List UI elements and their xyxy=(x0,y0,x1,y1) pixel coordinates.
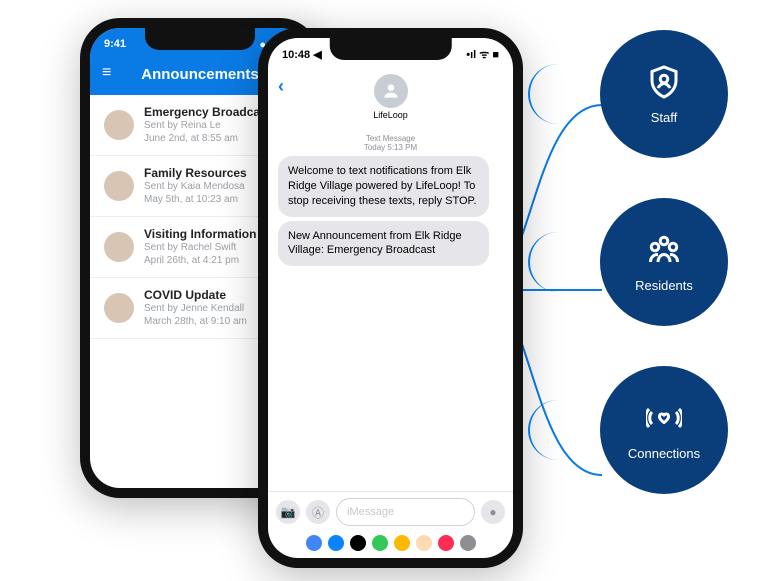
badge-connections: Connections xyxy=(600,366,728,494)
notch xyxy=(329,38,452,60)
badge-label: Staff xyxy=(651,110,678,125)
badge-residents: Residents xyxy=(600,198,728,326)
menu-icon[interactable]: ≡ xyxy=(102,64,111,82)
item-time: April 26th, at 4:21 pm xyxy=(144,254,256,267)
dock-app-icon[interactable] xyxy=(394,535,410,551)
item-title: COVID Update xyxy=(144,288,247,302)
phone-messages: 10:48 ◀ •ıl ᯤ ■ ‹ LifeLoop Text Message … xyxy=(258,28,523,568)
item-time: May 5th, at 10:23 am xyxy=(144,193,247,206)
item-sender: Sent by Rachel Swift xyxy=(144,241,256,254)
dock-app-icon[interactable] xyxy=(438,535,454,551)
audience-badges: Staff Residents Connections xyxy=(600,30,728,494)
message-bubble: Welcome to text notifications from Elk R… xyxy=(278,156,489,217)
item-time: March 28th, at 9:10 am xyxy=(144,315,247,328)
dock-app-icon[interactable] xyxy=(328,535,344,551)
notch xyxy=(145,28,255,50)
avatar xyxy=(104,232,134,262)
item-title: Family Resources xyxy=(144,166,247,180)
item-time: June 2nd, at 8:55 am xyxy=(144,132,271,145)
item-title: Visiting Information xyxy=(144,227,256,241)
avatar xyxy=(104,171,134,201)
message-input-bar: 📷 Ⓐ iMessage ● xyxy=(268,491,513,532)
group-icon xyxy=(646,232,682,268)
dock-app-icon[interactable] xyxy=(350,535,366,551)
avatar xyxy=(104,110,134,140)
status-time: 10:48 ◀ xyxy=(282,48,322,61)
camera-icon[interactable]: 📷 xyxy=(276,500,300,524)
dock-app-icon[interactable] xyxy=(372,535,388,551)
item-sender: Sent by Reina Le xyxy=(144,119,271,132)
contact-avatar-icon[interactable] xyxy=(374,74,408,108)
app-dock xyxy=(268,532,513,554)
badge-label: Connections xyxy=(628,446,700,461)
item-title: Emergency Broadcast xyxy=(144,105,271,119)
message-bubble: New Announcement from Elk Ridge Village:… xyxy=(278,221,489,267)
thread-meta: Text Message Today 5:13 PM xyxy=(268,134,513,152)
broadcast-heart-icon xyxy=(646,400,682,436)
status-time: 9:41 xyxy=(104,38,126,50)
status-icons: •ıl ᯤ ■ xyxy=(466,47,499,62)
avatar xyxy=(104,293,134,323)
contact-name: LifeLoop xyxy=(268,110,513,120)
item-sender: Sent by Kaia Mendosa xyxy=(144,180,247,193)
mic-icon[interactable]: ● xyxy=(481,500,505,524)
messages-header: ‹ LifeLoop xyxy=(268,70,513,126)
dock-app-icon[interactable] xyxy=(416,535,432,551)
shield-user-icon xyxy=(646,64,682,100)
item-sender: Sent by Jenne Kendall xyxy=(144,302,247,315)
back-icon[interactable]: ‹ xyxy=(278,76,284,97)
badge-staff: Staff xyxy=(600,30,728,158)
header-title: Announcements xyxy=(141,66,259,83)
dock-app-icon[interactable] xyxy=(306,535,322,551)
appstore-icon[interactable]: Ⓐ xyxy=(306,500,330,524)
message-input[interactable]: iMessage xyxy=(336,498,475,526)
dock-app-icon[interactable] xyxy=(460,535,476,551)
badge-label: Residents xyxy=(635,278,693,293)
